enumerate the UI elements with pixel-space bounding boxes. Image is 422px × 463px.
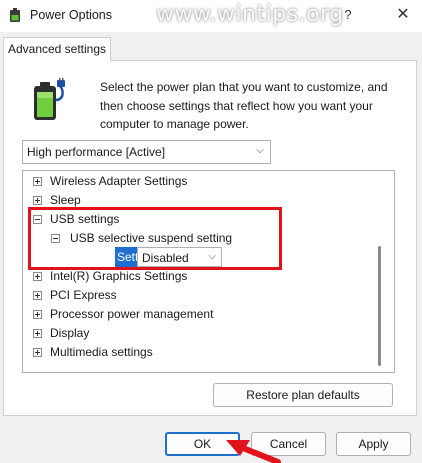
expand-plus-icon[interactable] xyxy=(33,177,42,186)
expand-plus-icon[interactable] xyxy=(33,329,42,338)
power-plan-select[interactable]: High performance [Active] ⌵ xyxy=(22,140,271,164)
power-plan-value: High performance [Active] xyxy=(27,145,166,159)
watermark: www.wintips.org xyxy=(156,2,344,27)
expand-plus-icon[interactable] xyxy=(33,310,42,319)
expand-plus-icon[interactable] xyxy=(33,348,42,357)
battery-plug-icon xyxy=(34,78,65,120)
expand-plus-icon[interactable] xyxy=(33,272,42,281)
settings-tree[interactable]: Wireless Adapter Settings Sleep USB sett… xyxy=(22,170,395,373)
help-button[interactable]: ? xyxy=(336,4,360,26)
restore-defaults-button[interactable]: Restore plan defaults xyxy=(213,383,393,407)
red-arrow-icon xyxy=(226,440,281,463)
expand-plus-icon[interactable] xyxy=(33,196,42,205)
chevron-down-icon: ⌵ xyxy=(256,145,264,156)
usb-settings-highlight xyxy=(28,207,282,270)
tab-advanced-settings[interactable]: Advanced settings xyxy=(3,37,111,61)
plan-description: Select the power plan that you want to c… xyxy=(100,80,388,131)
window-title: Power Options xyxy=(30,8,112,22)
tree-scrollbar[interactable] xyxy=(378,246,381,366)
title-bar: Power Options www.wintips.org ? ✕ xyxy=(0,0,422,32)
close-button[interactable]: ✕ xyxy=(388,4,418,26)
power-options-icon xyxy=(10,8,20,22)
expand-plus-icon[interactable] xyxy=(33,291,42,300)
apply-button[interactable]: Apply xyxy=(336,432,411,456)
